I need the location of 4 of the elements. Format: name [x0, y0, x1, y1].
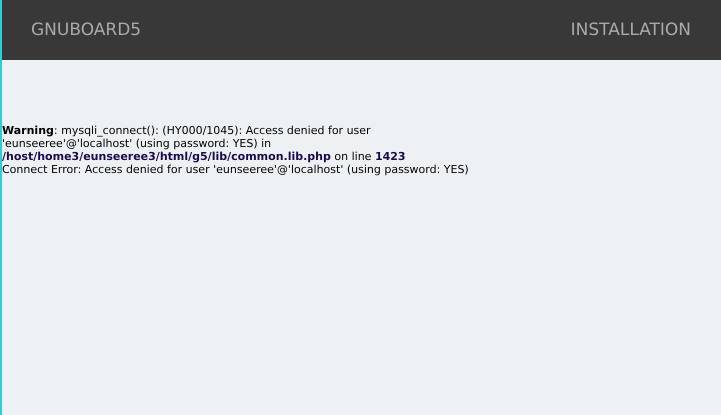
page-title: INSTALLATION — [570, 20, 691, 40]
warning-message: Warning: mysqli_connect(): (HY000/1045): Access denied for user 'eunseeree'@'localhost' (using password: YES) in /host/home3/eunseeree3/html/g5/lib/common.lib.php on line 1423 — [2, 124, 407, 163]
error-message: Connect Error: Access denied for user 'eunseeree'@'localhost' (using password: YES) — [2, 163, 470, 176]
site-title: GNUBOARD5 — [31, 20, 142, 40]
